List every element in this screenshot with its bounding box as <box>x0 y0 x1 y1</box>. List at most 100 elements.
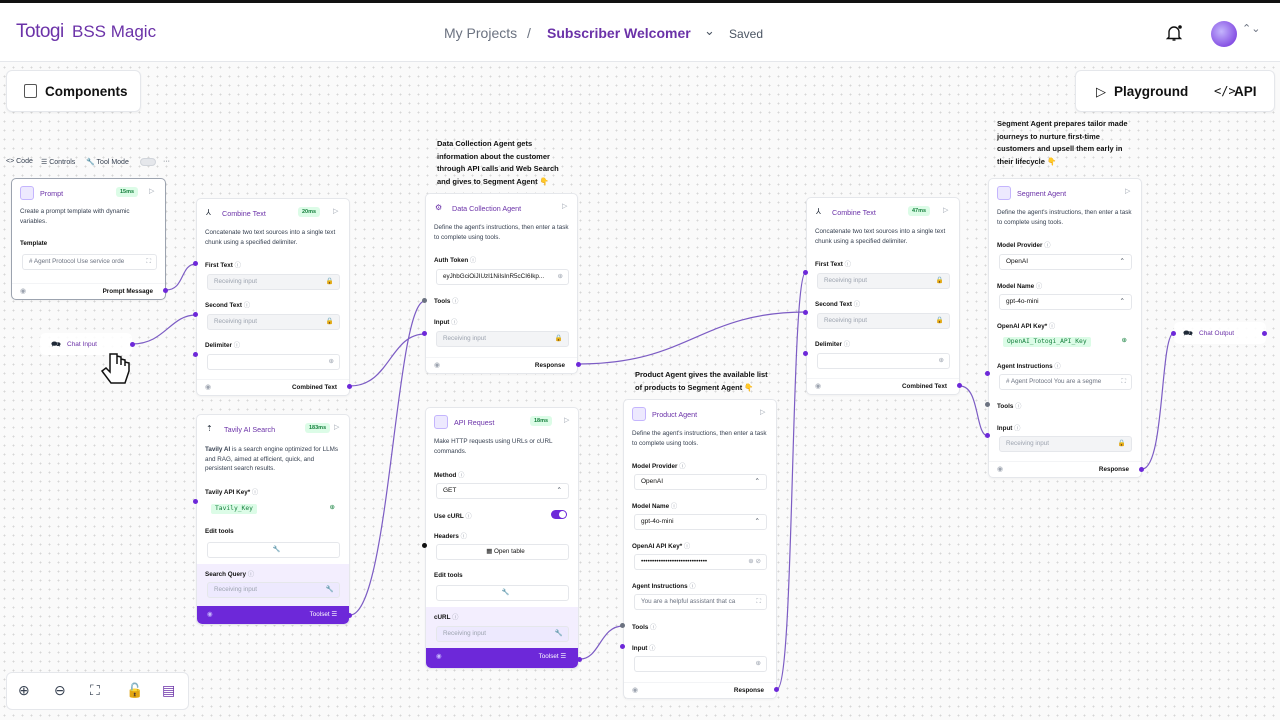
instr-handle[interactable] <box>985 371 990 376</box>
chat-icon: 🗪 <box>1183 329 1193 338</box>
more-options-button[interactable]: ··· <box>163 158 170 165</box>
auth-token-field[interactable]: eyJhbGciOiJIUzI1NiIsInR5cCI6Ikp... ⊕ <box>436 269 569 285</box>
search-query-field[interactable]: Receiving input 🔧 <box>207 582 340 598</box>
model-name-select[interactable]: gpt-4o-mini ⌃ <box>634 514 767 530</box>
model-name-select[interactable]: gpt-4o-mini ⌃ <box>999 294 1132 310</box>
note-segment[interactable]: Segment Agent prepares tailor made journ… <box>997 118 1137 168</box>
run-icon[interactable]: ▷ <box>564 416 569 424</box>
template-field[interactable]: # Agent Protocol Use service orde ⛶ <box>22 254 157 270</box>
second-text-field[interactable]: Receiving input 🔒 <box>817 313 950 329</box>
tavily-toolset-handle[interactable] <box>347 613 352 618</box>
api-request-node[interactable]: API Request 18ms ▷ Make HTTP requests us… <box>425 407 579 669</box>
combined-text-handle-2[interactable] <box>957 383 962 388</box>
segment-tools-handle[interactable] <box>985 402 990 407</box>
tavily-key-handle[interactable] <box>193 499 198 504</box>
segment-response-handle[interactable] <box>1139 467 1144 472</box>
note-product[interactable]: Product Agent gives the available list o… <box>635 369 775 394</box>
combine-text-node-1[interactable]: Combine Text ⅄ 20ms ▷ Concatenate two te… <box>196 198 350 396</box>
segment-agent-node[interactable]: Segment Agent ▷ Define the agent's instr… <box>988 178 1142 478</box>
tavily-search-node[interactable]: ⇡ Tavily AI Search 183ms ▷ Tavily AI is … <box>196 414 350 625</box>
model-provider-select[interactable]: OpenAI ⌃ <box>634 474 767 490</box>
headers-handle[interactable] <box>422 543 427 548</box>
eye-icon[interactable]: ◉ <box>20 287 26 295</box>
delimiter-handle[interactable] <box>193 352 198 357</box>
code-tool[interactable]: <> Code <box>6 158 33 165</box>
lock-icon[interactable]: 🔓 <box>126 682 143 699</box>
delimiter-handle-2[interactable] <box>803 351 808 356</box>
prompt-output-handle[interactable] <box>163 288 168 293</box>
run-icon[interactable]: ▷ <box>760 408 765 416</box>
second-text-field[interactable]: Receiving input 🔒 <box>207 314 340 330</box>
wire <box>579 625 624 660</box>
model-provider-select[interactable]: OpenAI ⌃ <box>999 254 1132 270</box>
note-data-collection[interactable]: Data Collection Agent gets information a… <box>437 138 572 188</box>
tools-handle[interactable] <box>422 298 427 303</box>
run-icon[interactable]: ▷ <box>334 423 339 431</box>
api-toolset-handle[interactable] <box>577 657 582 662</box>
curl-field[interactable]: Receiving input 🔧 <box>436 626 569 642</box>
canvas-controls: ⊕ ⊖ ⛶ 🔓 ▤ <box>6 672 189 710</box>
agent-instructions-field[interactable]: # Agent Protocol You are a segme ⛶ <box>999 374 1132 390</box>
prompt-node[interactable]: Prompt 15ms ▷ Create a prompt template w… <box>11 178 166 300</box>
first-text-field[interactable]: Receiving input 🔒 <box>817 273 950 289</box>
tool-mode-toggle[interactable] <box>140 158 156 166</box>
controls-tool[interactable]: ☰ Controls <box>41 158 75 166</box>
first-text-handle-2[interactable] <box>803 270 808 275</box>
tavily-key-field[interactable]: Tavily_Key ⊕ <box>207 501 340 517</box>
input-handle[interactable] <box>422 331 427 336</box>
run-icon[interactable]: ▷ <box>333 207 338 215</box>
edit-tools-button[interactable]: 🔧 <box>436 585 569 601</box>
openai-key-field[interactable]: OpenAI_Totogi_API_Key ⊕ <box>999 334 1132 350</box>
agent-instructions-field[interactable]: You are a helpful assistant that ca ⛶ <box>634 594 767 610</box>
expand-icon: ⛶ <box>146 258 151 265</box>
wire <box>959 385 989 437</box>
wire <box>349 333 426 387</box>
delimiter-field[interactable]: ⊕ <box>817 353 950 369</box>
data-agent-input-field[interactable]: Receiving input 🔒 <box>436 331 569 347</box>
tool-mode-label: 🔧 Tool Mode <box>86 159 129 166</box>
chat-icon: 🗪 <box>51 340 61 349</box>
zoom-in-icon[interactable]: ⊕ <box>18 682 30 699</box>
wire <box>577 311 807 365</box>
agent-icon: ⚙ <box>435 203 443 212</box>
product-tools-handle[interactable] <box>620 623 625 628</box>
product-input-field[interactable]: ⊕ <box>634 656 767 672</box>
product-agent-node[interactable]: Product Agent ▷ Define the agent's instr… <box>623 399 777 699</box>
segment-input-handle[interactable] <box>985 433 990 438</box>
run-icon[interactable]: ▷ <box>149 187 154 195</box>
response-handle[interactable] <box>576 362 581 367</box>
agent-icon <box>632 407 646 421</box>
hand-cursor-icon <box>100 353 130 384</box>
prompt-icon <box>20 186 34 200</box>
tavily-icon: ⇡ <box>206 424 213 433</box>
notes-icon[interactable]: ▤ <box>162 682 175 699</box>
first-text-handle[interactable] <box>193 261 198 266</box>
run-icon[interactable]: ▷ <box>1125 187 1130 195</box>
chat-input-handle[interactable] <box>130 342 135 347</box>
product-response-handle[interactable] <box>774 687 779 692</box>
run-icon[interactable]: ▷ <box>943 206 948 214</box>
product-input-handle[interactable] <box>620 644 625 649</box>
data-collection-agent-node[interactable]: ⚙ Data Collection Agent ▷ Define the age… <box>425 193 578 374</box>
chat-output-node[interactable]: 🗪 Chat Output <box>1174 322 1266 344</box>
chat-output-in-handle[interactable] <box>1171 331 1176 336</box>
run-icon[interactable]: ▷ <box>562 202 567 210</box>
fit-view-icon[interactable]: ⛶ <box>90 682 100 699</box>
first-text-field[interactable]: Receiving input 🔒 <box>207 274 340 290</box>
combined-text-handle-1[interactable] <box>347 384 352 389</box>
second-text-handle[interactable] <box>193 312 198 317</box>
open-table-button[interactable]: ▦ Open table <box>436 544 569 560</box>
wire <box>1141 332 1175 470</box>
zoom-out-icon[interactable]: ⊖ <box>54 682 66 699</box>
chat-output-out-handle[interactable] <box>1262 331 1267 336</box>
openai-key-field[interactable]: •••••••••••••••••••••••••••••• ⊕ ⊘ <box>634 554 767 570</box>
second-text-handle-2[interactable] <box>803 310 808 315</box>
delimiter-field[interactable]: ⊕ <box>207 354 340 370</box>
edit-tools-button[interactable]: 🔧 <box>207 542 340 558</box>
segment-input-field[interactable]: Receiving input 🔒 <box>999 436 1132 452</box>
merge-icon: ⅄ <box>816 207 821 216</box>
combine-text-node-2[interactable]: ⅄ Combine Text 47ms ▷ Concatenate two te… <box>806 197 960 395</box>
wire <box>349 300 426 616</box>
use-curl-toggle[interactable] <box>551 510 567 519</box>
method-select[interactable]: GET ⌃ <box>436 483 569 499</box>
